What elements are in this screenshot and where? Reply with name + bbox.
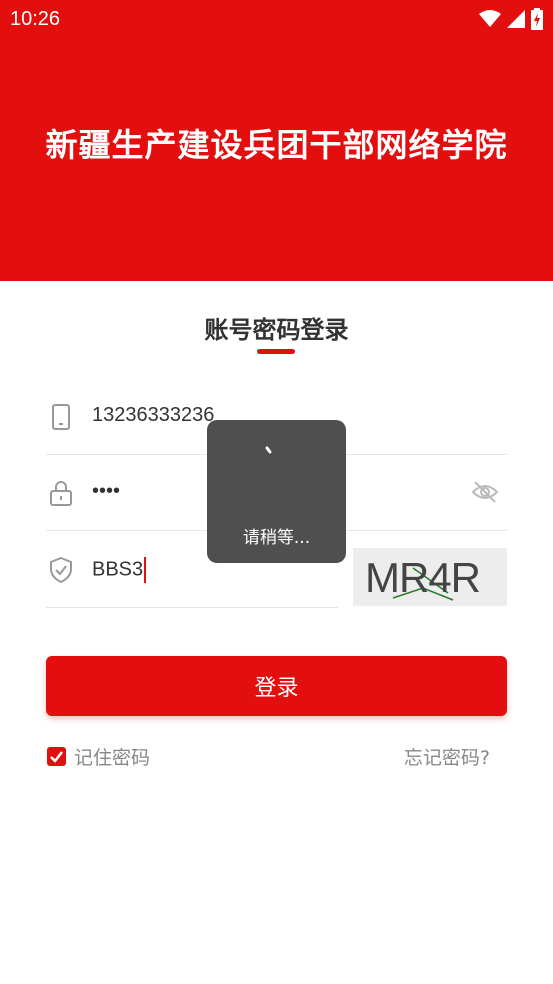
battery-icon xyxy=(531,8,543,30)
wifi-icon xyxy=(479,10,501,27)
signal-icon xyxy=(507,10,525,28)
text-caret xyxy=(144,557,147,583)
login-button[interactable]: 登录 xyxy=(46,656,507,716)
app-title: 新疆生产建设兵团干部网络学院 xyxy=(45,126,508,164)
password-input[interactable]: •••• xyxy=(92,480,120,503)
lock-icon xyxy=(50,481,72,506)
captcha-image[interactable]: MR4R xyxy=(353,548,507,606)
captcha-image-text: MR4R xyxy=(365,554,481,601)
remember-checkbox[interactable] xyxy=(47,747,66,766)
remember-password[interactable]: 记住密码 xyxy=(47,743,150,770)
status-bar: 10:26 xyxy=(0,0,553,38)
captcha-input[interactable]: BBS3 xyxy=(92,557,147,583)
status-icons xyxy=(479,8,543,30)
check-icon xyxy=(50,751,63,763)
eye-off-icon[interactable] xyxy=(471,478,499,506)
phone-input[interactable]: 13236333236 xyxy=(92,404,214,427)
header-banner: 10:26 新疆生产建设兵团干部网络学院 xyxy=(0,0,553,281)
forgot-password-link[interactable]: 忘记密码? xyxy=(404,743,490,770)
loading-spinner-icon xyxy=(265,446,272,454)
tab-account-password-login[interactable]: 账号密码登录 xyxy=(0,310,553,345)
remember-label: 记住密码 xyxy=(74,747,151,769)
shield-check-icon xyxy=(50,557,72,583)
captcha-input-text: BBS3 xyxy=(92,558,144,581)
status-time: 10:26 xyxy=(10,8,61,30)
loading-toast: 请稍等... xyxy=(207,420,346,563)
toast-message: 请稍等... xyxy=(242,528,311,548)
tab-active-indicator xyxy=(257,349,295,354)
phone-icon xyxy=(52,404,70,430)
